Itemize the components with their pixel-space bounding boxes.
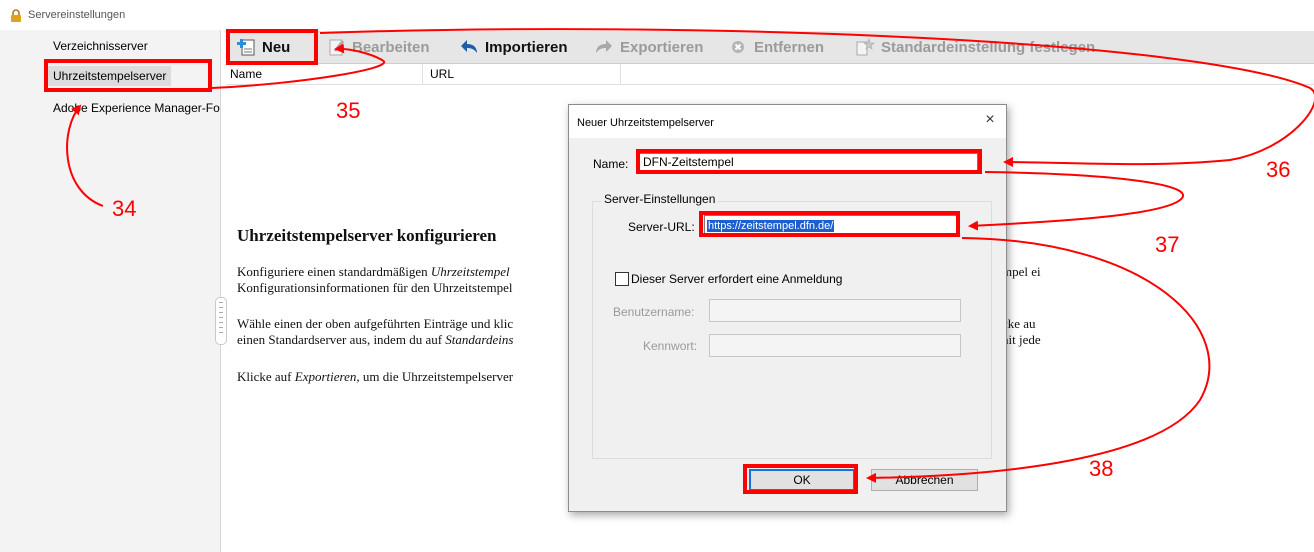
annotation-arrows <box>66 28 1314 483</box>
arrow-38 <box>866 237 1211 483</box>
arrow-36 <box>319 28 1314 168</box>
arrow-34 <box>66 104 104 207</box>
callout-35: 35 <box>336 98 361 123</box>
callout-34: 34 <box>112 196 137 221</box>
arrow-37 <box>968 171 1184 231</box>
arrow-35 <box>211 43 386 89</box>
callout-38: 38 <box>1089 456 1114 481</box>
callout-36: 36 <box>1266 157 1291 182</box>
callout-37: 37 <box>1155 232 1180 257</box>
